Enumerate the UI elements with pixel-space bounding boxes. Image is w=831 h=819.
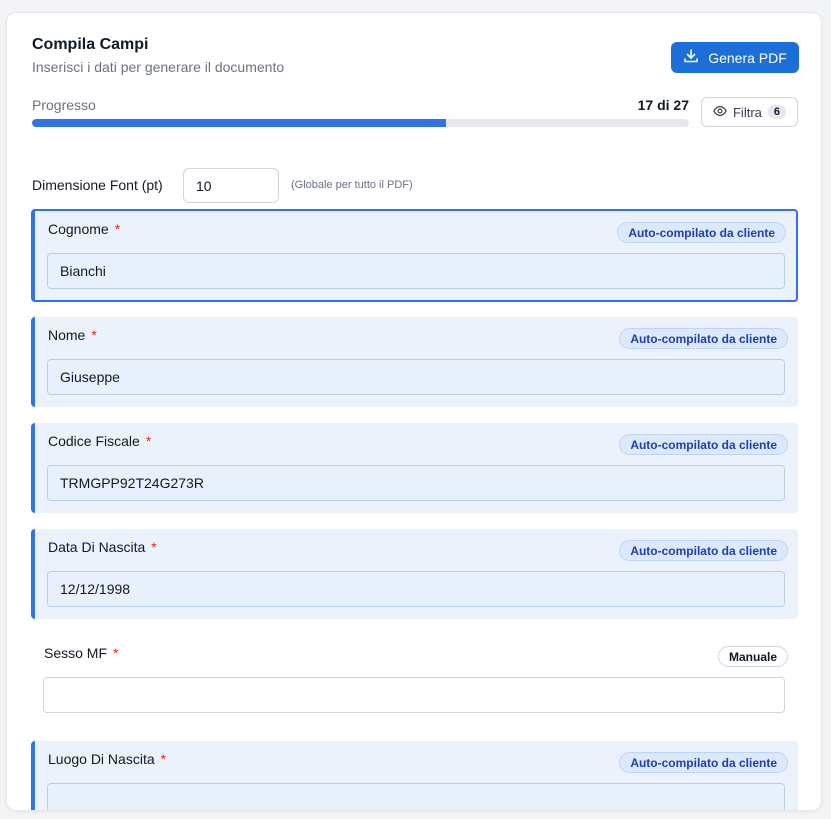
- required-marker: *: [151, 539, 157, 555]
- auto-filled-badge: Auto-compilato da cliente: [619, 328, 788, 349]
- field-label: Data Di Nascita *: [48, 539, 157, 555]
- required-marker: *: [114, 221, 121, 237]
- sesso-mf-input[interactable]: [43, 677, 785, 713]
- field-label: Cognome *: [48, 221, 121, 237]
- field-sesso-mf: Sesso MF * Manuale: [31, 635, 798, 725]
- required-marker: *: [113, 645, 119, 661]
- auto-filled-badge: Auto-compilato da cliente: [619, 540, 788, 561]
- progress-label: Progresso: [32, 97, 96, 113]
- field-cognome: Cognome * Auto-compilato da cliente: [31, 209, 798, 302]
- nome-input[interactable]: [47, 359, 785, 395]
- font-size-input[interactable]: [183, 168, 279, 203]
- luogo-di-nascita-input[interactable]: [47, 783, 785, 810]
- field-label: Luogo Di Nascita *: [48, 751, 167, 767]
- field-codice-fiscale: Codice Fiscale * Auto-compilato da client…: [31, 423, 798, 513]
- progress-bar-fill: [32, 119, 446, 127]
- auto-filled-badge: Auto-compilato da cliente: [619, 434, 788, 455]
- download-icon: [683, 48, 699, 67]
- auto-filled-badge: Auto-compilato da cliente: [619, 752, 788, 773]
- manual-badge: Manuale: [717, 646, 788, 667]
- generate-pdf-label: Genera PDF: [708, 49, 787, 66]
- required-marker: *: [160, 751, 167, 767]
- font-size-hint: (Globale per tutto il PDF): [291, 179, 413, 191]
- field-nome: Nome * Auto-compilato da cliente: [31, 317, 798, 407]
- field-data-di-nascita: Data Di Nascita * Auto-compilato da clien…: [31, 529, 798, 619]
- font-size-label: Dimensione Font (pt): [32, 177, 163, 193]
- progress-bar: [32, 119, 689, 127]
- cognome-input[interactable]: [47, 253, 785, 289]
- field-label: Nome *: [48, 327, 97, 343]
- filter-count-badge: 6: [767, 105, 786, 119]
- generate-pdf-button[interactable]: Genera PDF: [671, 42, 799, 73]
- page-title: Compila Campi: [32, 36, 149, 53]
- required-marker: *: [145, 433, 152, 449]
- form-card: Compila Campi Inserisci i dati per gener…: [6, 12, 822, 811]
- codice-fiscale-input[interactable]: [47, 465, 785, 501]
- eye-icon: [713, 104, 727, 121]
- progress-count: 17 di 27: [637, 97, 689, 113]
- field-label: Sesso MF *: [44, 645, 119, 661]
- data-di-nascita-input[interactable]: [47, 571, 785, 607]
- field-label: Codice Fiscale *: [48, 433, 152, 449]
- filter-label: Filtra: [732, 104, 762, 120]
- auto-filled-badge: Auto-compilato da cliente: [617, 222, 786, 243]
- field-luogo-di-nascita: Luogo Di Nascita * Auto-compilato da clie…: [31, 741, 798, 810]
- filter-button[interactable]: Filtra 6: [701, 97, 798, 127]
- required-marker: *: [91, 327, 97, 343]
- page-subtitle: Inserisci i dati per generare il documen…: [32, 59, 285, 75]
